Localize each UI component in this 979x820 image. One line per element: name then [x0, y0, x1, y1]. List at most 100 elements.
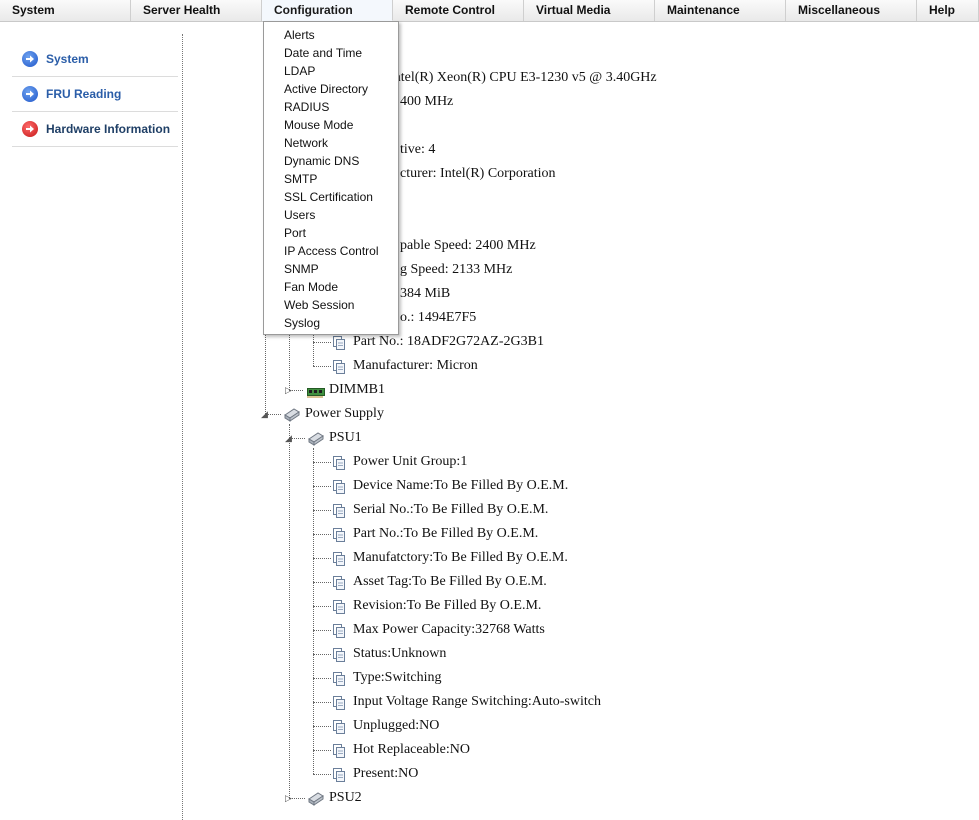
- tree-leaf-text: 400 MHz: [400, 94, 454, 109]
- psu-icon: [307, 790, 325, 811]
- document-icon: [333, 360, 346, 374]
- nav-item-hardware-information[interactable]: Hardware Information: [12, 112, 178, 147]
- dropdown-item-syslog[interactable]: Syslog: [264, 314, 398, 332]
- document-icon: [333, 696, 346, 710]
- menu-miscellaneous[interactable]: Miscellaneous: [786, 0, 917, 21]
- tree-connector: [313, 582, 331, 583]
- menu-system[interactable]: System: [0, 0, 131, 21]
- tree-node-psu2: PSU2: [329, 790, 362, 805]
- menu-configuration[interactable]: Configuration: [262, 0, 393, 21]
- tree-connector: [313, 678, 331, 679]
- tree-connector: [289, 424, 290, 798]
- document-icon: [333, 624, 346, 638]
- tree-leaf-serial-no-to-be-filled-by-o-e-: Serial No.:To Be Filled By O.E.M.: [353, 502, 549, 517]
- power-supply-icon: [283, 406, 301, 427]
- nav-item-label: FRU Reading: [46, 87, 122, 101]
- document-icon: [333, 528, 346, 542]
- tree-connector: [313, 334, 314, 366]
- tree-connector: [313, 774, 331, 775]
- dropdown-item-snmp[interactable]: SNMP: [264, 260, 398, 278]
- tree-connector: [313, 702, 331, 703]
- menu-server-health[interactable]: Server Health: [131, 0, 262, 21]
- menu-maintenance[interactable]: Maintenance: [655, 0, 786, 21]
- tree-leaf-text: tive: 4: [400, 142, 436, 157]
- document-icon: [333, 768, 346, 782]
- document-icon: [333, 576, 346, 590]
- tree-connector: [313, 750, 331, 751]
- dropdown-item-smtp[interactable]: SMTP: [264, 170, 398, 188]
- dropdown-item-active-directory[interactable]: Active Directory: [264, 80, 398, 98]
- document-icon: [333, 744, 346, 758]
- tree-node-psu1: PSU1: [329, 430, 362, 445]
- tree-connector: [313, 510, 331, 511]
- document-icon: [333, 504, 346, 518]
- expand-dimmb1-toggle[interactable]: ▷: [285, 385, 292, 395]
- expand-psu2-toggle[interactable]: ▷: [285, 793, 292, 803]
- tree-leaf-text: or: Intel(R) Xeon(R) CPU E3-1230 v5 @ 3.…: [370, 70, 657, 85]
- nav-item-label: System: [46, 52, 89, 66]
- document-icon: [333, 648, 346, 662]
- menu-virtual-media[interactable]: Virtual Media: [524, 0, 655, 21]
- tree-connector: [313, 654, 331, 655]
- dropdown-item-radius[interactable]: RADIUS: [264, 98, 398, 116]
- dropdown-item-ldap[interactable]: LDAP: [264, 62, 398, 80]
- blue-arrow-icon: [22, 51, 38, 67]
- tree-connector: [313, 342, 331, 343]
- tree-leaf-max-power-capacity-32768-watts: Max Power Capacity:32768 Watts: [353, 622, 545, 637]
- dropdown-item-mouse-mode[interactable]: Mouse Mode: [264, 116, 398, 134]
- tree-leaf-hot-replaceable-no: Hot Replaceable:NO: [353, 742, 471, 757]
- tree-connector: [313, 486, 331, 487]
- document-icon: [333, 552, 346, 566]
- tree-connector: [313, 366, 331, 367]
- nav-item-fru-reading[interactable]: FRU Reading: [12, 77, 178, 112]
- tree-leaf-part-no-to-be-filled-by-o-e-m: Part No.:To Be Filled By O.E.M.: [353, 526, 539, 541]
- dropdown-item-web-session[interactable]: Web Session: [264, 296, 398, 314]
- nav-item-system[interactable]: System: [12, 42, 178, 77]
- dropdown-item-fan-mode[interactable]: Fan Mode: [264, 278, 398, 296]
- configuration-dropdown-menu: Alerts Date and Time LDAP Active Directory R…: [263, 21, 399, 335]
- tree-leaf-unplugged-no: Unplugged:NO: [353, 718, 440, 733]
- dropdown-item-ip-access-control[interactable]: IP Access Control: [264, 242, 398, 260]
- document-icon: [333, 456, 346, 470]
- collapse-power-supply-toggle[interactable]: ◢: [261, 409, 268, 419]
- tree-connector: [313, 462, 331, 463]
- blue-arrow-icon: [22, 86, 38, 102]
- dropdown-item-users[interactable]: Users: [264, 206, 398, 224]
- tree-leaf-present-no: Present:NO: [353, 766, 419, 781]
- dropdown-item-ssl-certification[interactable]: SSL Certification: [264, 188, 398, 206]
- tree-connector: [313, 606, 331, 607]
- tree-connector: [289, 334, 290, 390]
- dropdown-item-port[interactable]: Port: [264, 224, 398, 242]
- tree-leaf-power-unit-group-1: Power Unit Group:1: [353, 454, 468, 469]
- collapse-psu1-toggle[interactable]: ◢: [285, 433, 292, 443]
- document-icon: [333, 336, 346, 350]
- dropdown-item-date-and-time[interactable]: Date and Time: [264, 44, 398, 62]
- menu-remote-control[interactable]: Remote Control: [393, 0, 524, 21]
- tree-leaf-device-name-to-be-filled-by-o-: Device Name:To Be Filled By O.E.M.: [353, 478, 569, 493]
- tree-leaf-manufacturer-micron: Manufacturer: Micron: [353, 358, 478, 373]
- tree-connector: [313, 630, 331, 631]
- tree-leaf-type-switching: Type:Switching: [353, 670, 442, 685]
- dropdown-item-dynamic-dns[interactable]: Dynamic DNS: [264, 152, 398, 170]
- tree-leaf-part-no-18adf2g72az-2g3b1: Part No.: 18ADF2G72AZ-2G3B1: [353, 334, 544, 349]
- document-icon: [333, 720, 346, 734]
- dropdown-item-alerts[interactable]: Alerts: [264, 26, 398, 44]
- dropdown-item-network[interactable]: Network: [264, 134, 398, 152]
- tree-leaf-asset-tag-to-be-filled-by-o-e-: Asset Tag:To Be Filled By O.E.M.: [353, 574, 547, 589]
- document-icon: [333, 480, 346, 494]
- left-navigation: System FRU Reading Hardware Information: [12, 42, 178, 147]
- document-icon: [333, 672, 346, 686]
- tree-node-power-supply: Power Supply: [305, 406, 384, 421]
- menu-help[interactable]: Help: [917, 0, 979, 21]
- tree-connector: [313, 558, 331, 559]
- tree-leaf-text: o.: 1494E7F5: [400, 310, 477, 325]
- nav-item-label: Hardware Information: [46, 122, 171, 136]
- psu-icon: [307, 430, 325, 451]
- tree-connector: [313, 534, 331, 535]
- tree-leaf-text: 384 MiB: [400, 286, 451, 301]
- red-arrow-icon: [22, 121, 38, 137]
- tree-leaf-text: g Speed: 2133 MHz: [400, 262, 513, 277]
- tree-leaf-revision-to-be-filled-by-o-e-m: Revision:To Be Filled By O.E.M.: [353, 598, 542, 613]
- panel-divider: [182, 34, 183, 820]
- tree-leaf-text: cturer: Intel(R) Corporation: [400, 166, 556, 181]
